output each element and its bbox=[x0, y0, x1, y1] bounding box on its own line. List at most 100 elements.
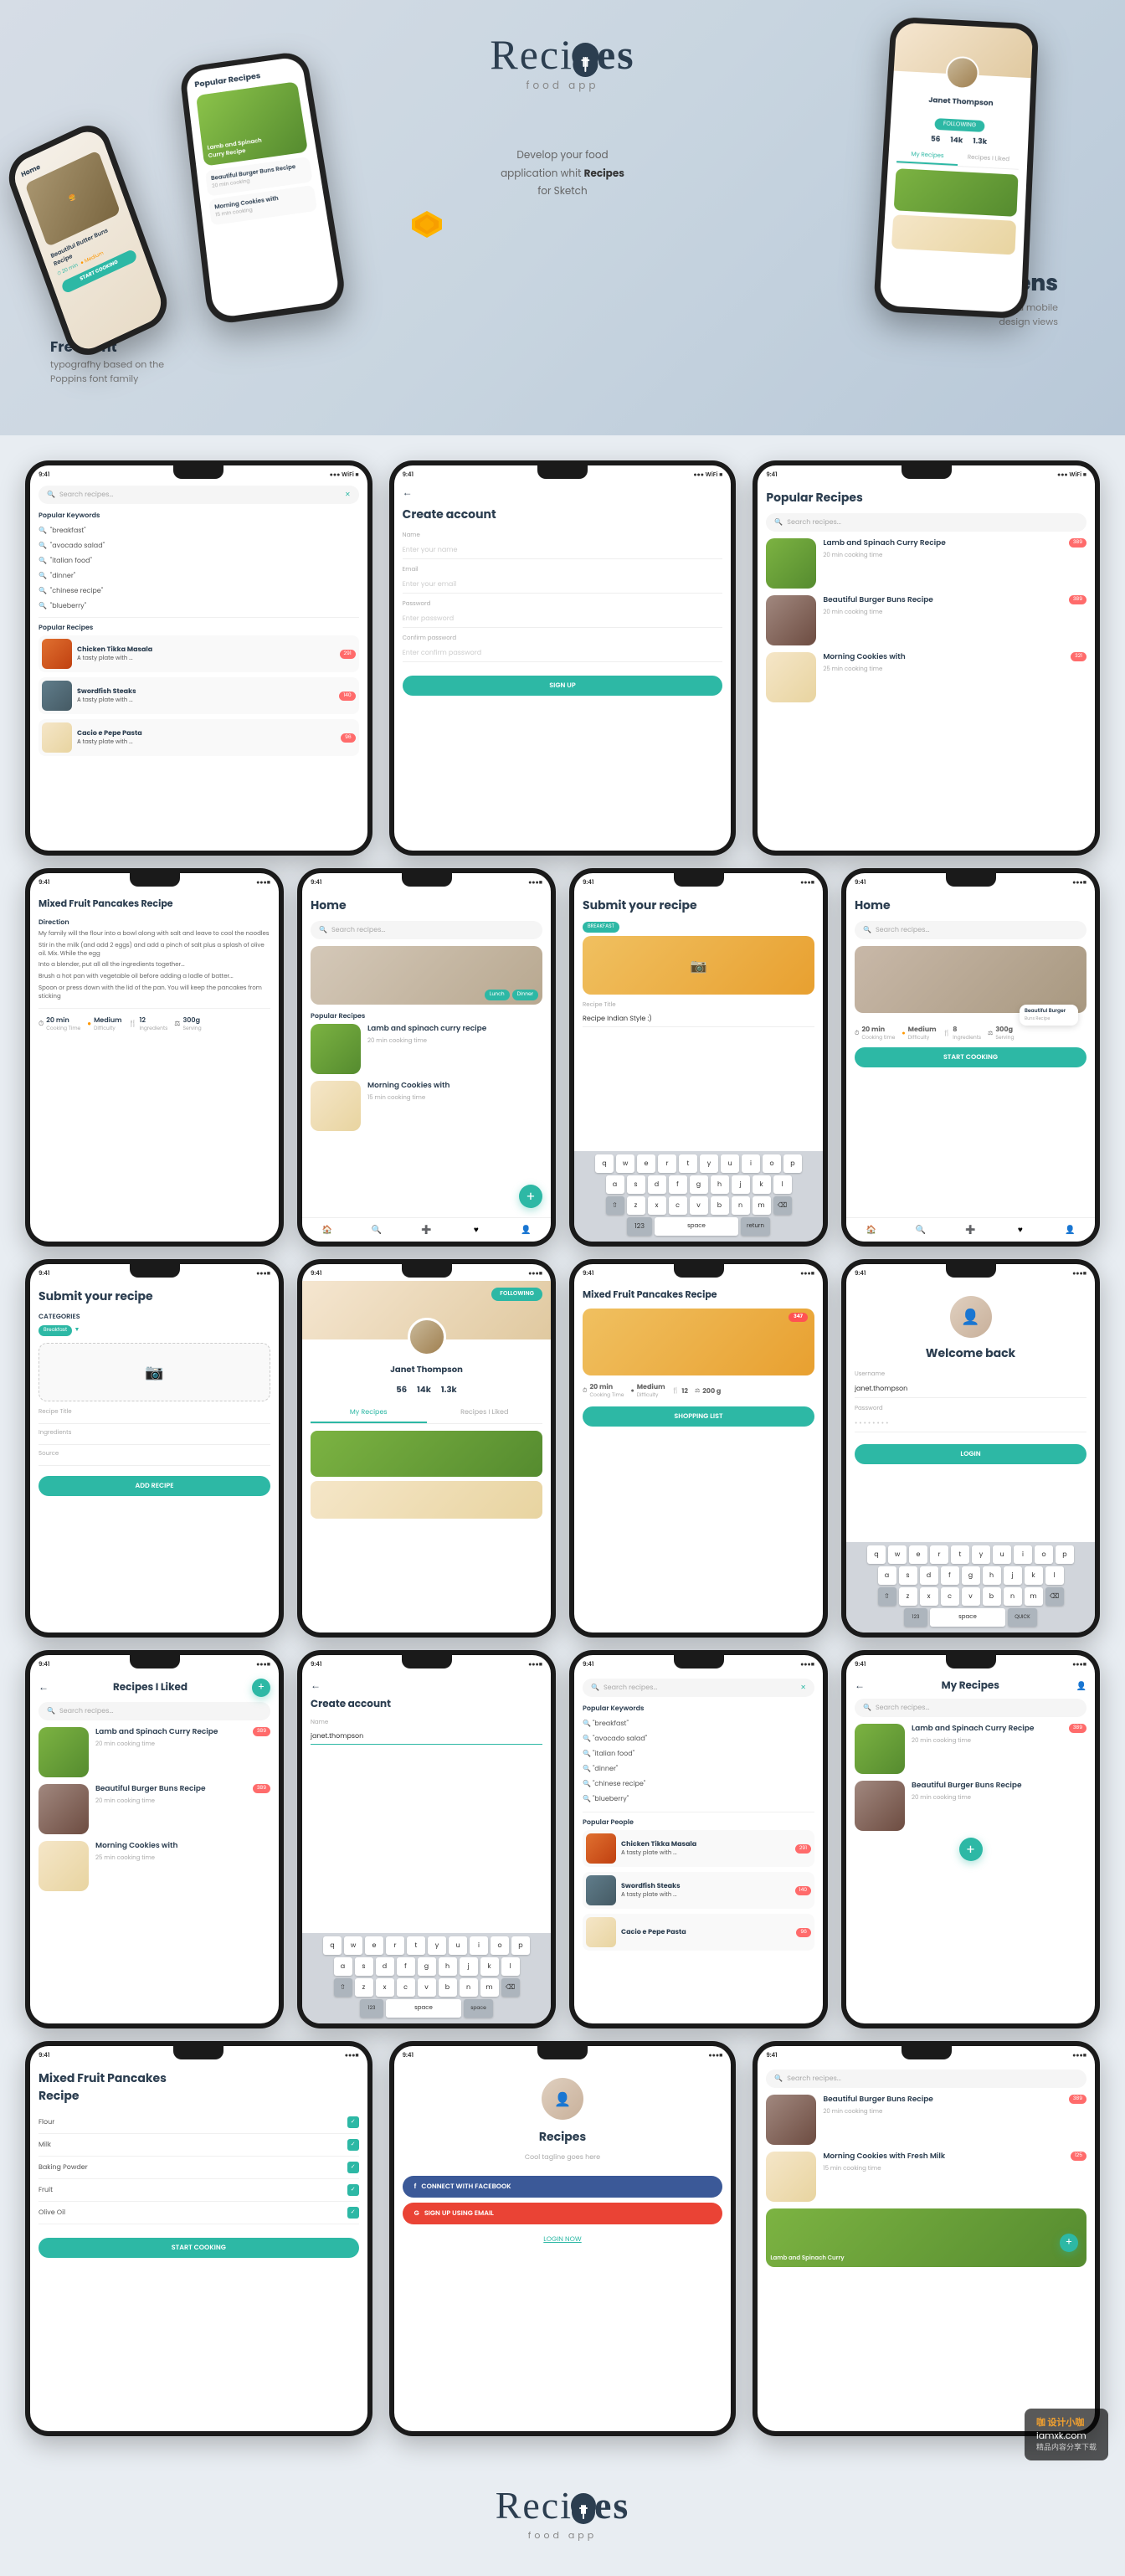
tab-favorites[interactable]: ♥ bbox=[1014, 1223, 1027, 1237]
notch bbox=[902, 465, 952, 479]
recipe-my-lamb[interactable]: Lamb and Spinach Curry Recipe 20 min coo… bbox=[855, 1724, 1086, 1774]
fab-my-recipes[interactable]: + bbox=[959, 1838, 983, 1861]
tab-add[interactable]: ➕ bbox=[419, 1223, 433, 1237]
keyboard[interactable]: qwertyuiop asdfghjkl ⇧zxcvbnm⌫ 123 space… bbox=[302, 1933, 551, 2023]
tab-profile[interactable]: 👤 bbox=[519, 1223, 532, 1237]
source-input[interactable] bbox=[39, 1460, 270, 1466]
keyword-italian[interactable]: 🔍 "italian food" bbox=[39, 553, 359, 568]
confirm-input[interactable]: Enter confirm password bbox=[403, 645, 723, 662]
login-now-link[interactable]: LOGIN NOW bbox=[543, 2234, 581, 2244]
ingredients-input[interactable] bbox=[39, 1439, 270, 1445]
recipe-search-cookies[interactable]: Morning Cookies with Fresh Milk 15 min c… bbox=[766, 2152, 1086, 2202]
keyword-chinese[interactable]: 🔍 "chinese recipe" bbox=[39, 584, 359, 599]
ingredient-flour[interactable]: Flour✓ bbox=[39, 2111, 359, 2134]
name-input[interactable]: janet.thompson bbox=[311, 1729, 542, 1745]
recipe-item-lamb-home[interactable]: Lamb and spinach curry recipe 20 min coo… bbox=[311, 1024, 542, 1074]
category-selector[interactable]: Breakfast ▼ bbox=[39, 1324, 270, 1336]
tab-recipes-liked[interactable]: Recipes I Liked bbox=[427, 1403, 543, 1423]
ingredient-olive[interactable]: Olive Oil✓ bbox=[39, 2202, 359, 2224]
password-input[interactable]: •••••••• bbox=[855, 1415, 1086, 1432]
search-input[interactable]: 🔍Search recipes... bbox=[766, 513, 1086, 532]
recipe-grid-item-2[interactable] bbox=[311, 1481, 542, 1519]
password-input[interactable]: Enter password bbox=[403, 610, 723, 628]
recipe-item-cookies-home[interactable]: Morning Cookies with 15 min cooking time bbox=[311, 1081, 542, 1131]
recipe-cacio-2[interactable]: Cacio e Pepe Pasta 96 bbox=[583, 1914, 814, 1951]
shopping-list-btn[interactable]: SHOPPING LIST bbox=[583, 1406, 814, 1427]
recipe-item-cookies[interactable]: Morning Cookies with 25 min cooking time… bbox=[766, 652, 1086, 702]
fab-btn[interactable]: + bbox=[252, 1679, 270, 1697]
search-input[interactable]: 🔍Search recipes... bbox=[855, 921, 1086, 939]
recipe-search-burger[interactable]: Beautiful Burger Buns Recipe 20 min cook… bbox=[766, 2095, 1086, 2145]
tab-add[interactable]: ➕ bbox=[963, 1223, 977, 1237]
notch bbox=[537, 465, 588, 479]
recipe-swordfish-2[interactable]: Swordfish SteaksA tasty plate with ... 1… bbox=[583, 1872, 814, 1909]
keyword-dinner[interactable]: 🔍 "dinner" bbox=[39, 568, 359, 584]
recipe-liked-burger[interactable]: Beautiful Burger Buns Recipe 20 min cook… bbox=[39, 1784, 270, 1834]
email-input[interactable]: Enter your email bbox=[403, 576, 723, 594]
facebook-btn[interactable]: fCONNECT WITH FACEBOOK bbox=[403, 2176, 723, 2198]
search-input[interactable]: 🔍Search recipes... bbox=[39, 1702, 270, 1720]
ingredient-fruit[interactable]: Fruit✓ bbox=[39, 2179, 359, 2202]
phone-mixed-fruit-direction: 9:41 ●●●■ Mixed Fruit Pancakes Recipe Di… bbox=[25, 868, 284, 1247]
keyword-chinese-2[interactable]: 🔍 "chinese recipe" bbox=[583, 1776, 814, 1792]
fab-search[interactable]: + bbox=[1060, 2234, 1078, 2252]
tab-my-recipes[interactable]: My Recipes bbox=[311, 1403, 427, 1423]
signup-button[interactable]: SIGN UP bbox=[403, 676, 723, 696]
keyword-breakfast[interactable]: 🔍 "breakfast" bbox=[39, 523, 359, 538]
recipe-title-input[interactable]: Recipe Indian Style :) bbox=[583, 1011, 814, 1027]
keyboard[interactable]: qwertyuiop asdfghjkl ⇧zxcvbnm⌫ 123 space… bbox=[574, 1151, 823, 1242]
search-input[interactable]: 🔍Search recipes... ✕ bbox=[39, 486, 359, 504]
recipe-title-input[interactable] bbox=[39, 1418, 270, 1424]
keyword-breakfast-2[interactable]: 🔍 "breakfast" bbox=[583, 1716, 814, 1731]
follow-button[interactable]: FOLLOWING bbox=[491, 1288, 542, 1301]
keyword-dinner-2[interactable]: 🔍 "dinner" bbox=[583, 1761, 814, 1776]
back-btn[interactable]: ← bbox=[39, 1680, 49, 1695]
start-cooking-btn[interactable]: START COOKING bbox=[855, 1047, 1086, 1067]
tab-favorites[interactable]: ♥ bbox=[470, 1223, 483, 1237]
recipe-item-lamb[interactable]: Lamb and Spinach Curry Recipe 20 min coo… bbox=[766, 538, 1086, 589]
phone-search-list: 9:41 ●●●■ 🔍Search recipes... Beautiful B… bbox=[753, 2041, 1100, 2436]
notch bbox=[946, 1264, 996, 1278]
google-btn[interactable]: GSIGN UP USING EMAIL bbox=[403, 2203, 723, 2224]
start-cooking-btn[interactable]: START COOKING bbox=[39, 2238, 359, 2258]
recipe-my-burger[interactable]: Beautiful Burger Buns Recipe 20 min cook… bbox=[855, 1781, 1086, 1831]
keyword-blueberry-2[interactable]: 🔍 "blueberry" bbox=[583, 1792, 814, 1807]
login-btn[interactable]: LOGIN bbox=[855, 1444, 1086, 1464]
keyboard[interactable]: qwertyuiop asdfghjkl ⇧zxcvbnm⌫ 123 space… bbox=[846, 1542, 1095, 1632]
recipe-row-swordfish[interactable]: Swordfish SteaksA tasty plate with ... 1… bbox=[39, 677, 359, 714]
keyword-italian-2[interactable]: 🔍 "italian food" bbox=[583, 1746, 814, 1761]
logo-reci: Reci bbox=[490, 31, 573, 78]
fab-button[interactable]: + bbox=[519, 1185, 542, 1208]
username-input[interactable]: janet.thompson bbox=[855, 1381, 1086, 1398]
tab-home[interactable]: 🏠 bbox=[865, 1223, 878, 1237]
tab-profile[interactable]: 👤 bbox=[1063, 1223, 1076, 1237]
back-btn[interactable]: ← bbox=[311, 1679, 542, 1694]
keyword-avocado-2[interactable]: 🔍 "avocado salad" bbox=[583, 1731, 814, 1746]
ingredient-baking[interactable]: Baking Powder✓ bbox=[39, 2157, 359, 2179]
tab-search[interactable]: 🔍 bbox=[914, 1223, 927, 1237]
search-input[interactable]: 🔍Search recipes... ✕ bbox=[583, 1679, 814, 1697]
recipe-row-tikka[interactable]: Chicken Tikka MasalaA tasty plate with .… bbox=[39, 635, 359, 672]
recipe-liked-cookies[interactable]: Morning Cookies with 25 min cooking time bbox=[39, 1841, 270, 1891]
keyword-avocado[interactable]: 🔍 "avocado salad" bbox=[39, 538, 359, 553]
notch bbox=[173, 2046, 223, 2059]
search-input[interactable]: 🔍Search recipes... bbox=[855, 1699, 1086, 1717]
recipe-grid-item-1[interactable] bbox=[311, 1431, 542, 1477]
add-recipe-btn[interactable]: ADD RECIPE bbox=[39, 1476, 270, 1496]
photo-upload[interactable]: 📷 bbox=[39, 1343, 270, 1401]
search-input[interactable]: 🔍Search recipes... bbox=[766, 2070, 1086, 2088]
recipe-tikka-2[interactable]: Chicken Tikka MasalaA tasty plate with .… bbox=[583, 1830, 814, 1867]
recipe-liked-lamb[interactable]: Lamb and Spinach Curry Recipe 20 min coo… bbox=[39, 1727, 270, 1777]
profile-name: Janet Thompson bbox=[311, 1363, 542, 1376]
recipe-row-cacio[interactable]: Cacio e Pepe PastaA tasty plate with ...… bbox=[39, 719, 359, 756]
recipe-item-burger[interactable]: Beautiful Burger Buns Recipe 20 min cook… bbox=[766, 595, 1086, 645]
ingredient-milk[interactable]: Milk✓ bbox=[39, 2134, 359, 2157]
tab-home[interactable]: 🏠 bbox=[321, 1223, 334, 1237]
name-input[interactable]: Enter your name bbox=[403, 542, 723, 559]
back-button[interactable]: ← bbox=[403, 486, 723, 501]
keyword-blueberry[interactable]: 🔍 "blueberry" bbox=[39, 599, 359, 614]
back-btn-myrecipes[interactable]: ← bbox=[855, 1679, 865, 1694]
header-logo: Reci es food app bbox=[490, 33, 634, 94]
tab-search[interactable]: 🔍 bbox=[370, 1223, 383, 1237]
search-input[interactable]: 🔍Search recipes... bbox=[311, 921, 542, 939]
